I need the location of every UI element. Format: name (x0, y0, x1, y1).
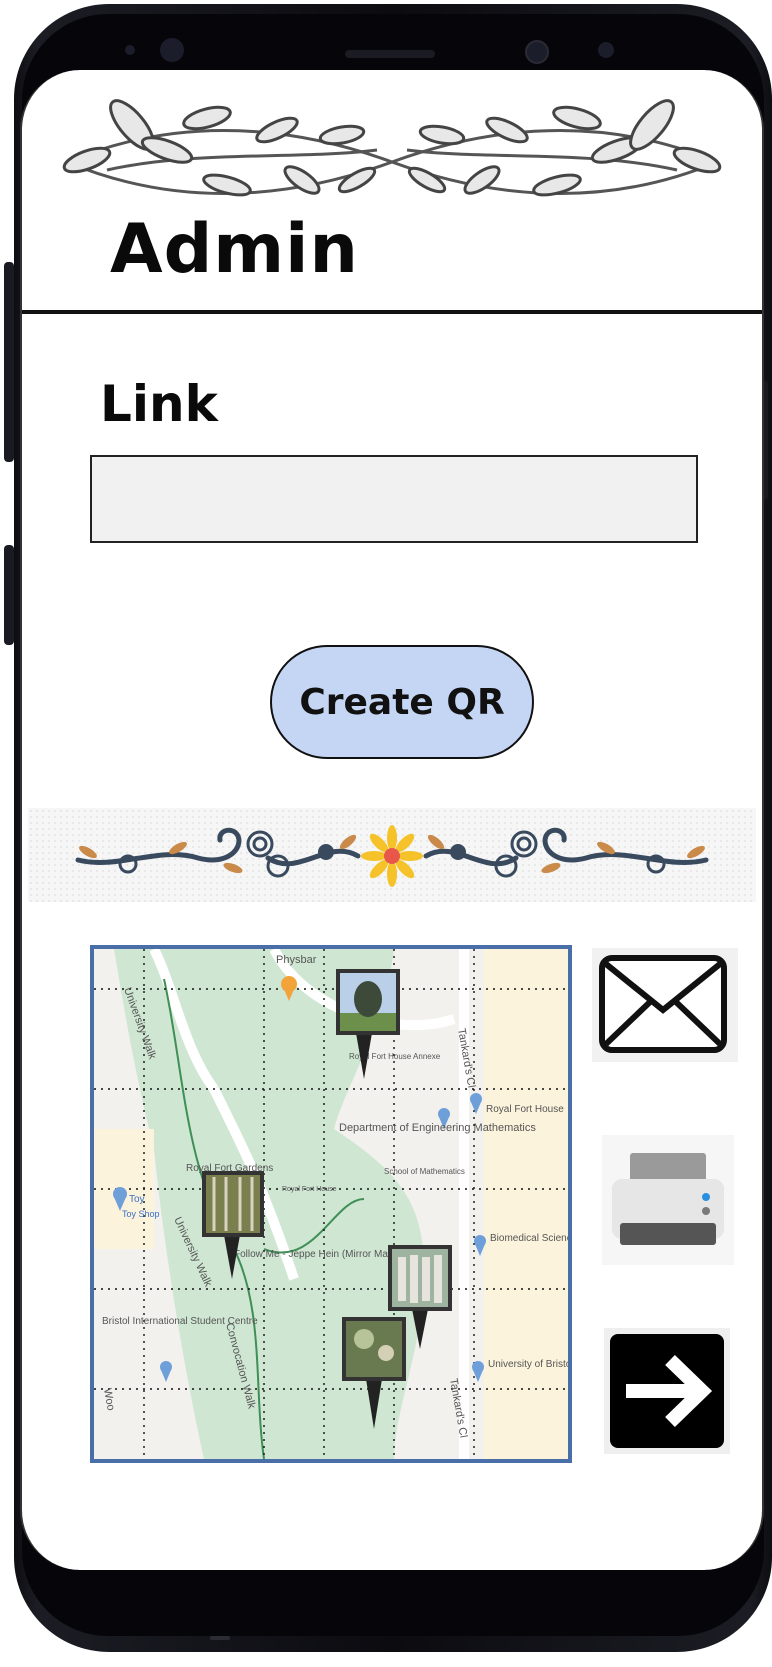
map-label-eng-maths: Department of Engineering Mathematics (339, 1122, 536, 1134)
page-title: Admin (110, 210, 359, 289)
bixby-button (4, 545, 14, 645)
front-camera (160, 38, 184, 62)
create-qr-button[interactable]: Create QR (270, 645, 534, 759)
campus-block (484, 949, 568, 1459)
map-label-physbar: Physbar (276, 954, 317, 966)
printer-icon[interactable] (602, 1135, 734, 1265)
sensor-dot-right (598, 42, 614, 58)
laurel-vine-ornament (62, 99, 722, 197)
arrow-right-icon[interactable] (604, 1328, 730, 1454)
map-label-biomedical: Biomedical Sciences Building (490, 1233, 568, 1244)
phone-screen: Admin Link Create QR Physbar Royal Fort … (20, 70, 764, 1570)
map-canvas: Physbar Royal Fort House Annexe Departme… (94, 949, 568, 1459)
earpiece-speaker (345, 50, 435, 58)
map-label-follow-me: Follow Me - Jeppe Hein (Mirror Maze) (234, 1249, 402, 1260)
map-view[interactable]: Physbar Royal Fort House Annexe Departme… (90, 945, 572, 1463)
map-label-royal-fort-house: Royal Fort House (486, 1104, 564, 1115)
header-divider (22, 310, 762, 314)
sensor-dot (125, 45, 135, 55)
map-label-medical-library: University of Bristol Medical Library (488, 1359, 568, 1370)
iris-scanner (525, 40, 549, 64)
floral-divider (28, 808, 756, 902)
floral-ornament (75, 825, 709, 887)
map-label-maths-school: School of Mathematics (384, 1167, 465, 1176)
bottom-marker (210, 1636, 230, 1640)
link-input[interactable] (90, 455, 698, 543)
envelope-icon[interactable] (592, 948, 738, 1062)
map-label-royal-fort-small: Royal Fort House (282, 1186, 337, 1193)
map-label-toy-shop: Toy Shop (122, 1209, 160, 1219)
link-label: Link (100, 375, 218, 433)
map-label-toy: Toy (129, 1194, 145, 1205)
volume-button (4, 262, 14, 462)
